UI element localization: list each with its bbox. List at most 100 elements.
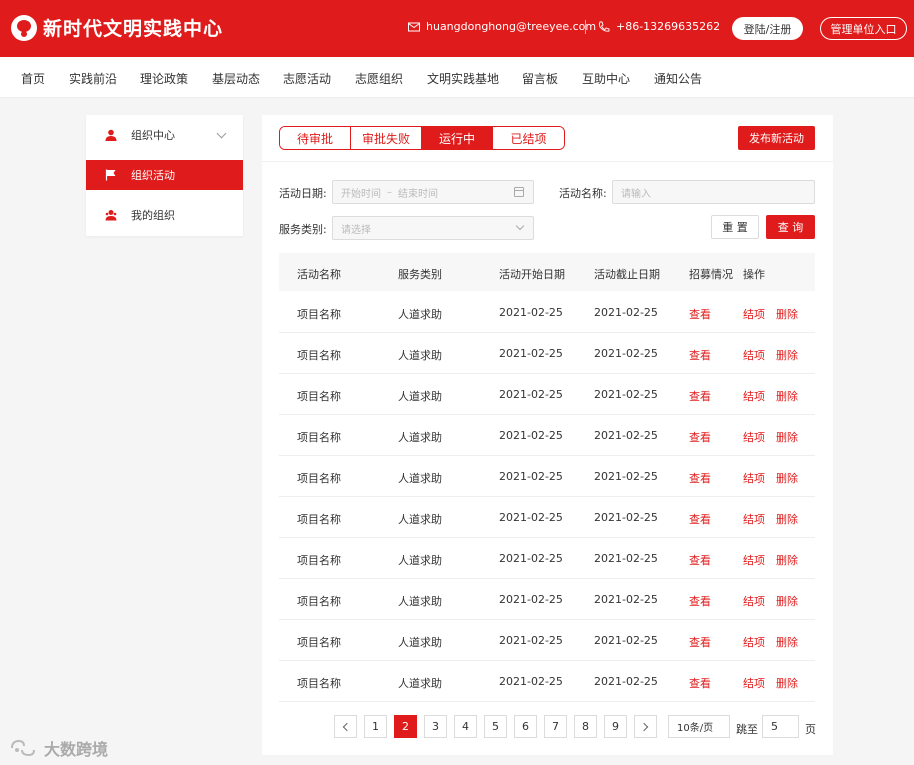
page-button[interactable]: 2 bbox=[394, 715, 417, 738]
date-range-input[interactable]: 开始时间 – 结束时间 bbox=[332, 180, 534, 204]
nav-item-notices[interactable]: 通知公告 bbox=[654, 70, 702, 87]
cell-category: 人道求助 bbox=[398, 390, 442, 403]
cell-start-date: 2021-02-25 bbox=[499, 429, 563, 442]
date-start-placeholder: 开始时间 bbox=[341, 188, 381, 200]
view-recruit-link[interactable]: 查看 bbox=[689, 306, 711, 322]
delete-link[interactable]: 删除 bbox=[776, 388, 798, 404]
close-project-link[interactable]: 结项 bbox=[743, 511, 765, 527]
cell-category: 人道求助 bbox=[398, 513, 442, 526]
cell-end-date: 2021-02-25 bbox=[594, 347, 658, 360]
view-recruit-link[interactable]: 查看 bbox=[689, 388, 711, 404]
close-project-link[interactable]: 结项 bbox=[743, 634, 765, 650]
page-button[interactable]: 6 bbox=[514, 715, 537, 738]
delete-link[interactable]: 删除 bbox=[776, 306, 798, 322]
nav-item-message-board[interactable]: 留言板 bbox=[522, 70, 558, 87]
cell-activity-name: 项目名称 bbox=[297, 636, 341, 649]
next-page-button[interactable] bbox=[634, 715, 657, 738]
page-button[interactable]: 8 bbox=[574, 715, 597, 738]
cell-end-date: 2021-02-25 bbox=[594, 593, 658, 606]
nav-item-theory-policy[interactable]: 理论政策 bbox=[140, 70, 188, 87]
table-row: 项目名称 人道求助 2021-02-25 2021-02-25 查看 结项 删除 bbox=[279, 661, 815, 702]
page-size-select[interactable]: 10条/页 bbox=[668, 715, 730, 738]
user-icon bbox=[105, 129, 117, 141]
cell-end-date: 2021-02-25 bbox=[594, 552, 658, 565]
close-project-link[interactable]: 结项 bbox=[743, 347, 765, 363]
tab-completed[interactable]: 已结项 bbox=[493, 127, 564, 149]
tab-pending[interactable]: 待审批 bbox=[280, 127, 351, 149]
view-recruit-link[interactable]: 查看 bbox=[689, 347, 711, 363]
delete-link[interactable]: 删除 bbox=[776, 593, 798, 609]
cell-activity-name: 项目名称 bbox=[297, 390, 341, 403]
nav-item-grassroots[interactable]: 基层动态 bbox=[212, 70, 260, 87]
nav-item-volunteer-activity[interactable]: 志愿活动 bbox=[283, 70, 331, 87]
nav-item-practice-frontier[interactable]: 实践前沿 bbox=[69, 70, 117, 87]
delete-link[interactable]: 删除 bbox=[776, 675, 798, 691]
nav-item-mutual-aid[interactable]: 互助中心 bbox=[582, 70, 630, 87]
view-recruit-link[interactable]: 查看 bbox=[689, 470, 711, 486]
tab-rejected[interactable]: 审批失败 bbox=[351, 127, 422, 149]
activity-name-input[interactable]: 请输入 bbox=[612, 180, 815, 204]
delete-link[interactable]: 删除 bbox=[776, 511, 798, 527]
delete-link[interactable]: 删除 bbox=[776, 347, 798, 363]
phone-icon bbox=[599, 21, 610, 32]
close-project-link[interactable]: 结项 bbox=[743, 593, 765, 609]
delete-link[interactable]: 删除 bbox=[776, 470, 798, 486]
prev-page-button[interactable] bbox=[334, 715, 357, 738]
close-project-link[interactable]: 结项 bbox=[743, 388, 765, 404]
chevron-down-icon bbox=[216, 128, 227, 139]
chevron-down-icon bbox=[515, 221, 525, 231]
sidebar: 组织中心 组织活动 我的组织 bbox=[86, 115, 243, 236]
close-project-link[interactable]: 结项 bbox=[743, 552, 765, 568]
group-icon bbox=[105, 210, 117, 221]
close-project-link[interactable]: 结项 bbox=[743, 429, 765, 445]
cell-activity-name: 项目名称 bbox=[297, 431, 341, 444]
page-suffix-label: 页 bbox=[805, 723, 816, 736]
close-project-link[interactable]: 结项 bbox=[743, 470, 765, 486]
nav-item-practice-base[interactable]: 文明实践基地 bbox=[427, 70, 499, 87]
view-recruit-link[interactable]: 查看 bbox=[689, 552, 711, 568]
goto-page-input[interactable]: 5 bbox=[762, 715, 799, 738]
watermark: 大数跨境 bbox=[8, 736, 108, 760]
page-button[interactable]: 4 bbox=[454, 715, 477, 738]
cell-category: 人道求助 bbox=[398, 431, 442, 444]
site-logo[interactable]: 新时代文明实践中心 bbox=[11, 14, 223, 41]
page-button[interactable]: 3 bbox=[424, 715, 447, 738]
sidebar-item-org-center[interactable]: 组织中心 bbox=[86, 120, 243, 150]
login-register-button[interactable]: 登陆/注册 bbox=[732, 17, 803, 40]
reset-button[interactable]: 重 置 bbox=[711, 215, 759, 239]
view-recruit-link[interactable]: 查看 bbox=[689, 675, 711, 691]
publish-activity-button[interactable]: 发布新活动 bbox=[738, 126, 815, 150]
cell-activity-name: 项目名称 bbox=[297, 308, 341, 321]
delete-link[interactable]: 删除 bbox=[776, 552, 798, 568]
nav-item-volunteer-org[interactable]: 志愿组织 bbox=[355, 70, 403, 87]
page-button[interactable]: 1 bbox=[364, 715, 387, 738]
close-project-link[interactable]: 结项 bbox=[743, 306, 765, 322]
table-row: 项目名称 人道求助 2021-02-25 2021-02-25 查看 结项 删除 bbox=[279, 620, 815, 661]
chevron-left-icon bbox=[342, 722, 352, 731]
sidebar-item-org-activity[interactable]: 组织活动 bbox=[86, 160, 243, 190]
view-recruit-link[interactable]: 查看 bbox=[689, 634, 711, 650]
header-divider bbox=[262, 161, 833, 162]
tab-running[interactable]: 运行中 bbox=[422, 127, 493, 149]
col-end-date: 活动截止日期 bbox=[594, 268, 660, 281]
view-recruit-link[interactable]: 查看 bbox=[689, 429, 711, 445]
delete-link[interactable]: 删除 bbox=[776, 429, 798, 445]
query-button[interactable]: 查 询 bbox=[766, 215, 815, 239]
category-select[interactable]: 请选择 bbox=[332, 216, 534, 240]
page-button[interactable]: 7 bbox=[544, 715, 567, 738]
email-text: huangdonghong@treeyee.com bbox=[426, 20, 597, 33]
sidebar-item-my-org[interactable]: 我的组织 bbox=[86, 200, 243, 230]
page-button[interactable]: 5 bbox=[484, 715, 507, 738]
table-header: 活动名称 服务类别 活动开始日期 活动截止日期 招募情况 操作 bbox=[279, 253, 815, 291]
date-end-placeholder: 结束时间 bbox=[398, 188, 438, 200]
page-button[interactable]: 9 bbox=[604, 715, 627, 738]
delete-link[interactable]: 删除 bbox=[776, 634, 798, 650]
cell-start-date: 2021-02-25 bbox=[499, 470, 563, 483]
admin-entry-button[interactable]: 管理单位入口 bbox=[820, 17, 907, 40]
nav-item-home[interactable]: 首页 bbox=[21, 70, 45, 87]
table-row: 项目名称 人道求助 2021-02-25 2021-02-25 查看 结项 删除 bbox=[279, 292, 815, 333]
close-project-link[interactable]: 结项 bbox=[743, 675, 765, 691]
activity-name-label: 活动名称: bbox=[559, 187, 607, 200]
view-recruit-link[interactable]: 查看 bbox=[689, 593, 711, 609]
view-recruit-link[interactable]: 查看 bbox=[689, 511, 711, 527]
